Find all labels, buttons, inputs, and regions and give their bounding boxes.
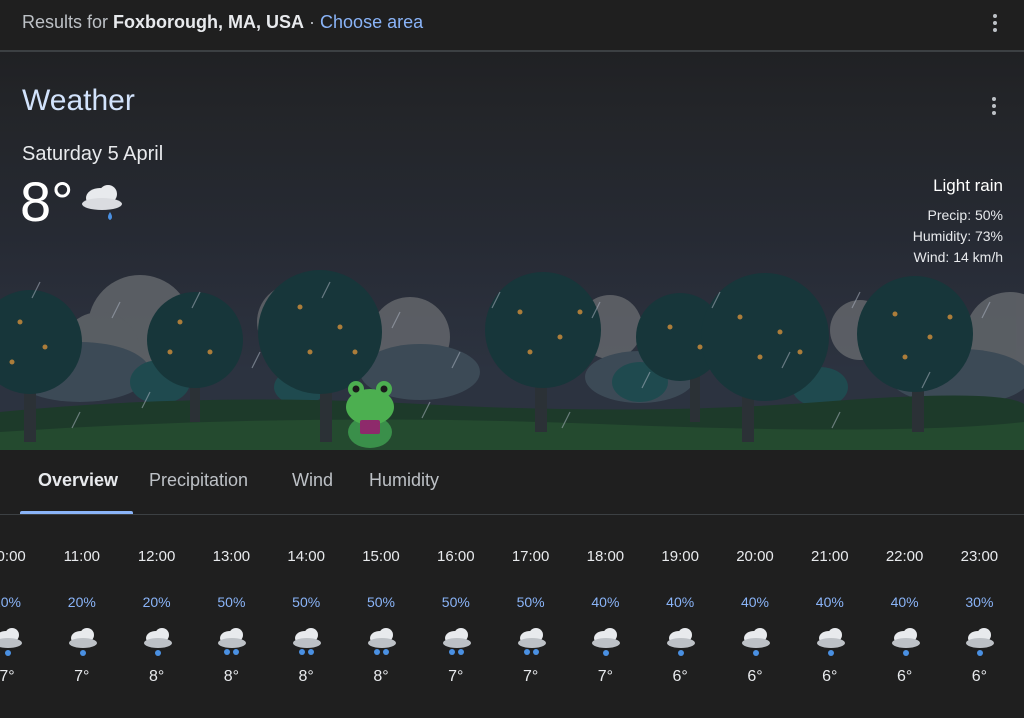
- frog-mascot-icon: [346, 381, 394, 448]
- weather-date: Saturday 5 April: [22, 143, 164, 165]
- hour-time: 20:00: [736, 548, 774, 565]
- hour-time: 18:00: [586, 548, 625, 565]
- hourly-forecast[interactable]: 10:00 20% 7° 11:00 20% 7° 12:00 20% 8° 13:00 50% 8°…: [0, 515, 1024, 718]
- weather-tabs: Overview Precipitation Wind Humidity: [0, 450, 1024, 515]
- current-temperature: 8°: [20, 170, 74, 233]
- tab-overview[interactable]: Overview: [38, 470, 118, 491]
- hour-temperature: 8°: [148, 668, 165, 685]
- hour-time: 16:00: [437, 548, 475, 565]
- hour-precip: 50%: [292, 594, 321, 610]
- hour-temperature: 8°: [373, 668, 389, 685]
- results-prefix: Results for: [22, 12, 109, 32]
- rain-icon: [442, 628, 471, 655]
- light-rain-icon: [143, 628, 172, 656]
- hour-temperature: 6°: [672, 668, 688, 685]
- rain-cloud-icon: [82, 185, 122, 220]
- hour-time: 22:00: [885, 548, 924, 565]
- hour-precip: 20%: [0, 594, 22, 610]
- location-name: Foxborough, MA, USA: [113, 12, 305, 32]
- hour-temperature: 6°: [971, 668, 988, 685]
- hour-time: 15:00: [362, 548, 400, 565]
- weather-more-options-icon[interactable]: [984, 96, 1004, 116]
- light-rain-icon: [742, 628, 770, 656]
- results-text: Results for Foxborough, MA, USA · Choose…: [22, 12, 423, 33]
- active-tab-indicator: [20, 511, 133, 514]
- hour-time: 17:00: [511, 548, 550, 565]
- separator: ·: [304, 12, 321, 32]
- hour-precip: 20%: [142, 594, 171, 610]
- hour-precip: 40%: [740, 594, 770, 610]
- hour-temperature: 8°: [223, 668, 240, 685]
- hour-time: 19:00: [661, 548, 699, 565]
- hour-precip: 40%: [815, 594, 844, 610]
- hour-time: 10:00: [0, 548, 26, 565]
- rain-icon: [368, 628, 396, 655]
- hour-time: 11:00: [63, 548, 101, 565]
- hour-precip: 50%: [217, 594, 246, 610]
- rain-icon: [517, 628, 546, 655]
- results-bar: Results for Foxborough, MA, USA · Choose…: [0, 0, 1024, 52]
- hour-temperature: 7°: [74, 668, 90, 685]
- light-rain-icon: [0, 628, 22, 656]
- light-rain-icon: [592, 628, 621, 656]
- condition-text: Light rain: [933, 176, 1003, 195]
- hour-temperature: 7°: [448, 668, 464, 685]
- hour-time: 13:00: [212, 548, 251, 565]
- hour-temperature: 6°: [747, 668, 763, 685]
- hour-temperature: 7°: [597, 668, 614, 685]
- hour-precip: 40%: [890, 594, 919, 610]
- hour-precip: 50%: [366, 594, 396, 610]
- weather-title: Weather: [22, 84, 135, 117]
- hour-time: 21:00: [811, 548, 849, 565]
- light-rain-icon: [68, 628, 97, 656]
- hour-temperature: 6°: [822, 668, 838, 685]
- hour-precip: 20%: [67, 594, 96, 610]
- hour-precip: 50%: [516, 594, 545, 610]
- hour-time: 14:00: [287, 548, 325, 565]
- light-rain-icon: [667, 628, 696, 656]
- more-options-icon[interactable]: [985, 13, 1005, 33]
- rain-icon: [218, 628, 247, 655]
- hour-precip: 30%: [965, 594, 994, 610]
- hour-temperature: 7°: [0, 668, 15, 685]
- hour-temperature: 6°: [896, 668, 913, 685]
- choose-area-link[interactable]: Choose area: [320, 12, 423, 32]
- hour-time: 12:00: [137, 548, 176, 565]
- hour-precip: 40%: [666, 594, 695, 610]
- rainy-park-illustration: [0, 270, 1024, 450]
- tab-wind[interactable]: Wind: [292, 470, 333, 491]
- tab-humidity[interactable]: Humidity: [369, 470, 439, 491]
- humidity-stat: Humidity: 73%: [912, 228, 1003, 244]
- hour-precip: 40%: [591, 594, 620, 610]
- light-rain-icon: [966, 628, 995, 656]
- weather-illustration: [0, 52, 1024, 450]
- light-rain-icon: [891, 628, 920, 656]
- precip-stat: Precip: 50%: [927, 207, 1003, 223]
- rain-icon: [293, 628, 322, 655]
- hour-temperature: 8°: [298, 668, 314, 685]
- hour-precip: 50%: [441, 594, 470, 610]
- tab-precipitation[interactable]: Precipitation: [149, 470, 248, 491]
- light-rain-icon: [816, 628, 845, 656]
- wind-stat: Wind: 14 km/h: [913, 249, 1003, 265]
- hour-temperature: 7°: [522, 668, 539, 685]
- hour-time: 23:00: [960, 548, 999, 565]
